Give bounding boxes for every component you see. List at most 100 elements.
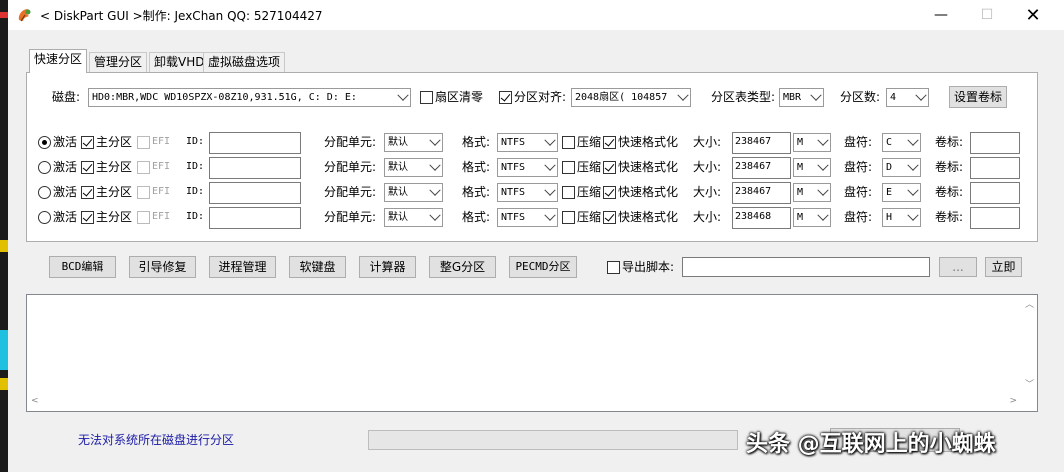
primary-checkbox[interactable] bbox=[81, 136, 94, 149]
active-label: 激活 bbox=[53, 210, 78, 224]
scroll-up-icon[interactable]: ︿ bbox=[1025, 297, 1034, 310]
primary-checkbox[interactable] bbox=[81, 211, 94, 224]
size-input[interactable]: 238468 bbox=[732, 207, 791, 229]
format-label: 格式: bbox=[462, 185, 491, 199]
active-radio[interactable] bbox=[38, 161, 51, 174]
volume-label-input[interactable] bbox=[970, 182, 1020, 204]
id-label: ID: bbox=[186, 211, 205, 222]
log-output[interactable]: ︿ ﹀ < > bbox=[26, 294, 1038, 412]
process-manager-button[interactable]: 进程管理 bbox=[209, 256, 276, 278]
scroll-right-icon[interactable]: > bbox=[1009, 396, 1017, 406]
size-input[interactable]: 238467 bbox=[732, 132, 791, 154]
close-button[interactable]: ✕ bbox=[1010, 0, 1056, 30]
active-radio[interactable] bbox=[38, 186, 51, 199]
compress-checkbox[interactable] bbox=[562, 186, 575, 199]
format-value: NTFS bbox=[501, 162, 526, 173]
size-label: 大小: bbox=[693, 185, 722, 199]
size-unit-select[interactable]: M bbox=[793, 208, 831, 227]
browse-button[interactable]: ... bbox=[939, 257, 977, 277]
table-type-label: 分区表类型: bbox=[711, 90, 776, 104]
quick-format-checkbox[interactable] bbox=[603, 161, 616, 174]
volume-label-label: 卷标: bbox=[935, 135, 964, 149]
desktop-background bbox=[0, 0, 8, 472]
id-input[interactable] bbox=[209, 207, 301, 229]
chevron-down-icon bbox=[429, 184, 441, 196]
alloc-unit-label: 分配单元: bbox=[324, 185, 377, 199]
chevron-down-icon bbox=[817, 209, 829, 221]
quick-format-checkbox[interactable] bbox=[603, 186, 616, 199]
size-unit-select[interactable]: M bbox=[793, 133, 831, 152]
id-input[interactable] bbox=[209, 157, 301, 179]
chevron-down-icon bbox=[817, 184, 829, 196]
quick-format-checkbox[interactable] bbox=[603, 136, 616, 149]
calculator-button[interactable]: 计算器 bbox=[359, 256, 416, 278]
size-input[interactable]: 238467 bbox=[732, 182, 791, 204]
drive-letter-select[interactable]: E bbox=[882, 183, 921, 202]
window-title: < DiskPart GUI >制作: JexChan QQ: 52710442… bbox=[40, 9, 323, 23]
size-input[interactable]: 238467 bbox=[732, 157, 791, 179]
bcd-edit-button[interactable]: BCD编辑 bbox=[49, 256, 116, 278]
disk-select[interactable]: HD0:MBR,WDC WD10SPZX-08Z10,931.51G, C: D… bbox=[88, 88, 411, 107]
id-input[interactable] bbox=[209, 182, 301, 204]
format-label: 格式: bbox=[462, 160, 491, 174]
maximize-icon: ☐ bbox=[980, 7, 994, 23]
efi-checkbox[interactable] bbox=[137, 161, 150, 174]
efi-label: EFI bbox=[152, 186, 171, 197]
format-select[interactable]: NTFS bbox=[497, 158, 558, 177]
volume-label-input[interactable] bbox=[970, 207, 1020, 229]
drive-letter-label: 盘符: bbox=[844, 135, 873, 149]
partition-count-select[interactable]: 4 bbox=[886, 88, 929, 107]
primary-checkbox[interactable] bbox=[81, 186, 94, 199]
table-type-select[interactable]: MBR bbox=[779, 88, 824, 107]
active-label: 激活 bbox=[53, 160, 78, 174]
chevron-down-icon bbox=[429, 209, 441, 221]
compress-checkbox[interactable] bbox=[562, 136, 575, 149]
primary-checkbox[interactable] bbox=[81, 161, 94, 174]
tab-virtual-disk-options[interactable]: 虚拟磁盘选项 bbox=[203, 52, 286, 72]
pecmd-partition-button[interactable]: PECMD分区 bbox=[509, 256, 577, 278]
active-radio[interactable] bbox=[38, 211, 51, 224]
chevron-down-icon bbox=[810, 89, 822, 101]
tab-unmount-vhd[interactable]: 卸载VHD bbox=[149, 52, 210, 72]
format-select[interactable]: NTFS bbox=[497, 183, 558, 202]
efi-checkbox[interactable] bbox=[137, 136, 150, 149]
alloc-unit-select[interactable]: 默认 bbox=[384, 208, 443, 227]
chevron-down-icon bbox=[817, 134, 829, 146]
set-volume-label-button[interactable]: 设置卷标 bbox=[949, 86, 1007, 108]
id-input[interactable] bbox=[209, 132, 301, 154]
alloc-unit-select[interactable]: 默认 bbox=[384, 183, 443, 202]
minimize-button[interactable]: — bbox=[918, 0, 964, 30]
efi-checkbox[interactable] bbox=[137, 211, 150, 224]
maximize-button[interactable]: ☐ bbox=[964, 0, 1010, 30]
boot-repair-button[interactable]: 引导修复 bbox=[129, 256, 196, 278]
drive-letter-select[interactable]: H bbox=[882, 208, 921, 227]
run-now-button[interactable]: 立即 bbox=[985, 257, 1022, 277]
active-radio[interactable] bbox=[38, 136, 51, 149]
alloc-unit-select[interactable]: 默认 bbox=[384, 158, 443, 177]
size-unit-select[interactable]: M bbox=[793, 158, 831, 177]
sector-zero-checkbox[interactable] bbox=[420, 91, 433, 104]
tab-manage-partition[interactable]: 管理分区 bbox=[89, 52, 148, 72]
compress-checkbox[interactable] bbox=[562, 211, 575, 224]
scroll-left-icon[interactable]: < bbox=[31, 396, 39, 406]
scroll-down-icon[interactable]: ﹀ bbox=[1025, 377, 1034, 390]
align-checkbox[interactable] bbox=[499, 91, 512, 104]
soft-keyboard-button[interactable]: 软键盘 bbox=[289, 256, 346, 278]
drive-letter-value: H bbox=[886, 212, 893, 223]
tab-quick-partition[interactable]: 快速分区 bbox=[29, 49, 88, 73]
alloc-unit-select[interactable]: 默认 bbox=[384, 133, 443, 152]
export-script-checkbox[interactable] bbox=[607, 261, 620, 274]
volume-label-input[interactable] bbox=[970, 157, 1020, 179]
volume-label-input[interactable] bbox=[970, 132, 1020, 154]
compress-checkbox[interactable] bbox=[562, 161, 575, 174]
drive-letter-select[interactable]: C bbox=[882, 133, 921, 152]
format-select[interactable]: NTFS bbox=[497, 208, 558, 227]
quick-format-checkbox[interactable] bbox=[603, 211, 616, 224]
size-unit-select[interactable]: M bbox=[793, 183, 831, 202]
format-select[interactable]: NTFS bbox=[497, 133, 558, 152]
efi-checkbox[interactable] bbox=[137, 186, 150, 199]
whole-gb-partition-button[interactable]: 整G分区 bbox=[429, 256, 496, 278]
export-path-input[interactable] bbox=[682, 257, 930, 277]
drive-letter-select[interactable]: D bbox=[882, 158, 921, 177]
align-select[interactable]: 2048扇区( 104857 bbox=[571, 88, 691, 107]
